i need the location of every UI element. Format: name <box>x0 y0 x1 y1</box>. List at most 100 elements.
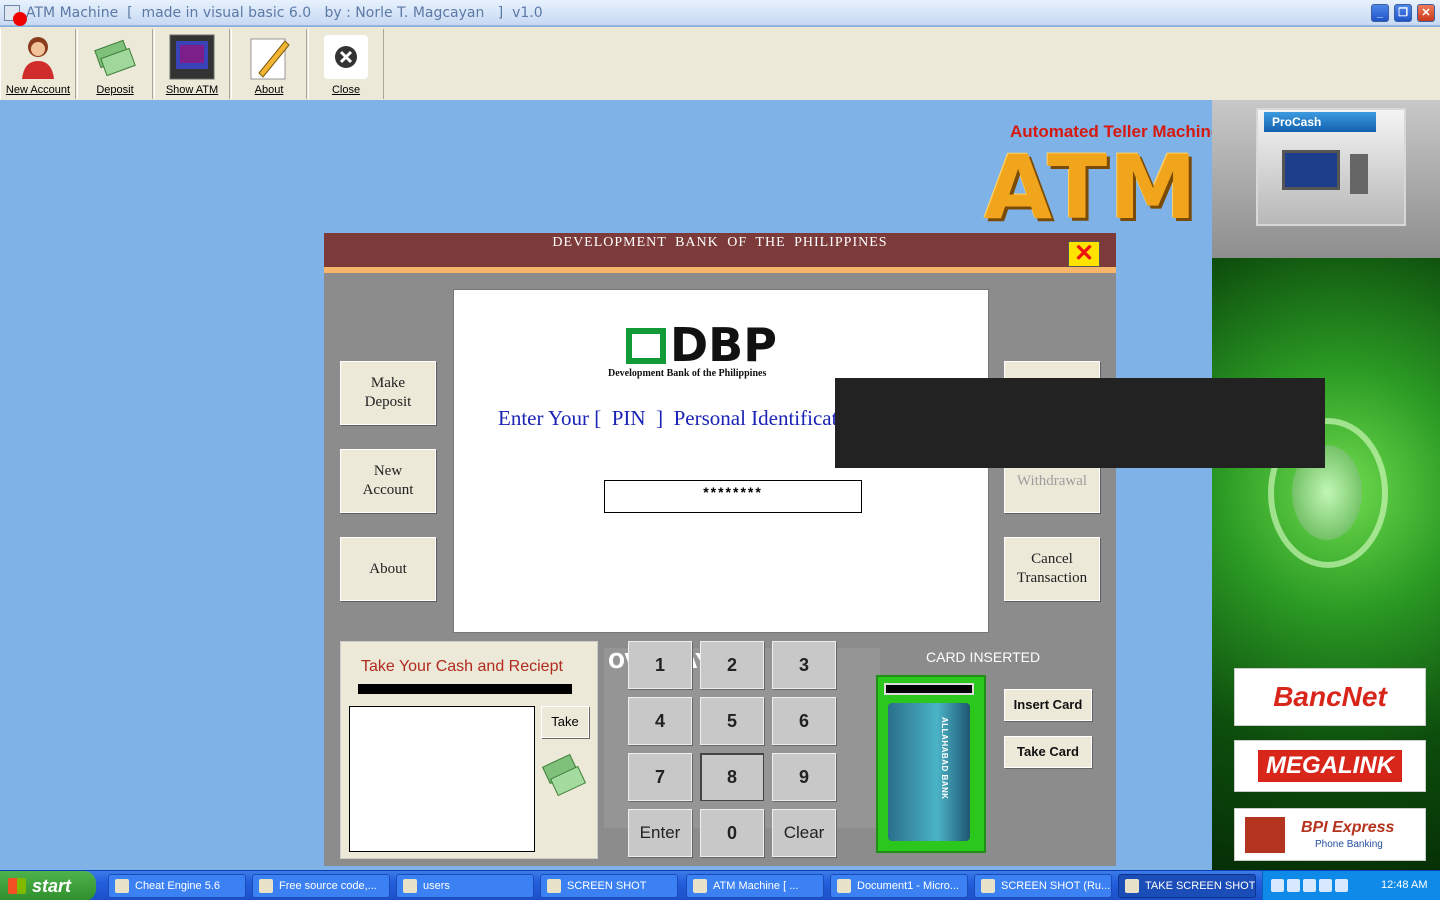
app-icon <box>981 879 995 893</box>
insert-card-button[interactable]: Insert Card <box>1004 689 1092 721</box>
bancnet-ad: BancNet <box>1234 668 1426 726</box>
firefox-icon <box>259 879 273 893</box>
red-dot-marker <box>13 12 27 26</box>
megalink-ad: MEGALINK <box>1234 740 1426 792</box>
logo-big-text: ATM <box>984 136 1199 239</box>
tray-icons <box>1271 879 1371 893</box>
tray-shield-icon[interactable] <box>1303 879 1316 892</box>
window-title: ATM Machine [ made in visual basic 6.0 b… <box>26 5 543 21</box>
atm-machine-slot <box>1350 154 1368 194</box>
taskbar-item-screen-shot[interactable]: SCREEN SHOT <box>540 874 678 898</box>
tray-speaker-icon[interactable] <box>1335 879 1348 892</box>
bpi-title: BPI Express <box>1301 819 1395 836</box>
toolbar-label: Close <box>331 84 361 96</box>
windows-flag-icon <box>8 878 26 894</box>
task-label: Free source code,... <box>279 880 377 892</box>
about-toolbar-button[interactable]: About <box>231 29 307 99</box>
key-1[interactable]: 1 <box>628 641 692 689</box>
key-9[interactable]: 9 <box>772 753 836 801</box>
task-label: ATM Machine [ ... <box>713 880 799 892</box>
task-label: Document1 - Micro... <box>857 880 960 892</box>
toolbar-label: Show ATM <box>165 84 219 96</box>
dbp-logo: DBP Development Bank of the Philippines <box>608 318 804 384</box>
ads-panel: ProCash BancNet MEGALINK BPI Express Pho… <box>1212 100 1440 870</box>
restore-button[interactable]: ❐ <box>1394 4 1412 22</box>
key-4[interactable]: 4 <box>628 697 692 745</box>
close-window-button[interactable]: ✕ <box>1417 4 1435 22</box>
minimize-button[interactable]: _ <box>1371 4 1389 22</box>
dbp-logo-text: DBP <box>670 318 777 372</box>
task-label: TAKE SCREEN SHOT <box>1145 880 1256 892</box>
bank-name: DEVELOPMENT BANK OF THE PHILIPPINES <box>552 235 888 250</box>
pin-prompt: Enter Your [ PIN ] Personal Identificat <box>498 406 838 430</box>
atm-header: DEVELOPMENT BANK OF THE PHILIPPINES ✕ <box>324 233 1116 273</box>
taskbar-item-screen-shot-running[interactable]: SCREEN SHOT (Ru... <box>974 874 1112 898</box>
card-status: CARD INSERTED <box>926 649 1041 665</box>
about-button[interactable]: About <box>340 537 436 601</box>
toolbar: New Account Deposit Show ATM About Close <box>0 27 1440 100</box>
dbp-mark-icon <box>626 328 666 364</box>
tray-arrow-icon[interactable] <box>1271 879 1284 892</box>
pencil-icon <box>250 38 290 80</box>
close-circle-icon <box>324 35 368 79</box>
new-account-toolbar-button[interactable]: New Account <box>0 29 76 99</box>
key-2[interactable]: 2 <box>700 641 764 689</box>
toolbar-label: Deposit <box>96 84 134 96</box>
tray-app-icon[interactable] <box>1319 879 1332 892</box>
megalink-text: MEGALINK <box>1258 750 1402 782</box>
taskbar: start Cheat Engine 5.6 Free source code,… <box>0 870 1440 900</box>
gear-icon <box>115 879 129 893</box>
clock[interactable]: 12:48 AM <box>1381 879 1427 891</box>
card-bank-text: ALLAHABAD BANK <box>940 717 949 800</box>
take-card-button[interactable]: Take Card <box>1004 736 1092 768</box>
procash-banner: ProCash <box>1212 100 1440 258</box>
app-icon <box>693 879 707 893</box>
taskbar-item-atm-machine[interactable]: ATM Machine [ ... <box>686 874 824 898</box>
key-5[interactable]: 5 <box>700 697 764 745</box>
atm-machine-screen <box>1282 150 1340 190</box>
taskbar-item-take-screen-shot[interactable]: TAKE SCREEN SHOT <box>1118 874 1256 898</box>
bpi-subtitle: Phone Banking <box>1315 839 1383 850</box>
cash-slot <box>358 684 572 694</box>
atm-close-button[interactable]: ✕ <box>1068 241 1100 267</box>
pin-input[interactable]: ******** <box>604 480 862 513</box>
folder-icon <box>403 879 417 893</box>
cash-icon <box>541 753 587 797</box>
key-0[interactable]: 0 <box>700 809 764 857</box>
procash-label: ProCash <box>1264 112 1376 132</box>
deposit-toolbar-button[interactable]: Deposit <box>77 29 153 99</box>
taskbar-item-firefox[interactable]: Free source code,... <box>252 874 390 898</box>
taskbar-item-cheat-engine[interactable]: Cheat Engine 5.6 <box>108 874 246 898</box>
close-toolbar-button[interactable]: Close <box>308 29 384 99</box>
cancel-transaction-button[interactable]: Cancel Transaction <box>1004 537 1100 601</box>
folder-icon <box>547 879 561 893</box>
bpi-logo-icon <box>1245 817 1285 853</box>
bpi-express-ad: BPI Express Phone Banking <box>1234 808 1426 861</box>
key-6[interactable]: 6 <box>772 697 836 745</box>
key-8[interactable]: 8 <box>700 753 764 801</box>
new-account-button[interactable]: New Account <box>340 449 436 513</box>
enter-key[interactable]: Enter <box>628 809 692 857</box>
atm-form: DEVELOPMENT BANK OF THE PHILIPPINES ✕ Ma… <box>324 233 1116 866</box>
atm-screen-icon <box>169 34 215 80</box>
tray-network-icon[interactable] <box>1287 879 1300 892</box>
receipt-title: Take Your Cash and Reciept <box>361 658 563 675</box>
key-7[interactable]: 7 <box>628 753 692 801</box>
atm-logo: Automated Teller Machine ATM <box>980 100 1220 240</box>
show-atm-toolbar-button[interactable]: Show ATM <box>154 29 230 99</box>
taskbar-item-document1[interactable]: Document1 - Micro... <box>830 874 968 898</box>
start-button[interactable]: start <box>0 871 96 900</box>
card-slit <box>884 683 974 695</box>
key-3[interactable]: 3 <box>772 641 836 689</box>
clear-key[interactable]: Clear <box>772 809 836 857</box>
person-icon <box>22 37 54 79</box>
title-bar: ATM Machine [ made in visual basic 6.0 b… <box>0 0 1440 26</box>
toolbar-label: About <box>254 84 284 96</box>
take-button[interactable]: Take <box>541 706 589 738</box>
dbp-logo-subtitle: Development Bank of the Philippines <box>608 368 767 379</box>
taskbar-item-users[interactable]: users <box>396 874 534 898</box>
make-deposit-button[interactable]: Make Deposit <box>340 361 436 425</box>
start-label: start <box>32 876 72 896</box>
card-image <box>888 703 970 841</box>
toolbar-label: New Account <box>5 84 71 96</box>
